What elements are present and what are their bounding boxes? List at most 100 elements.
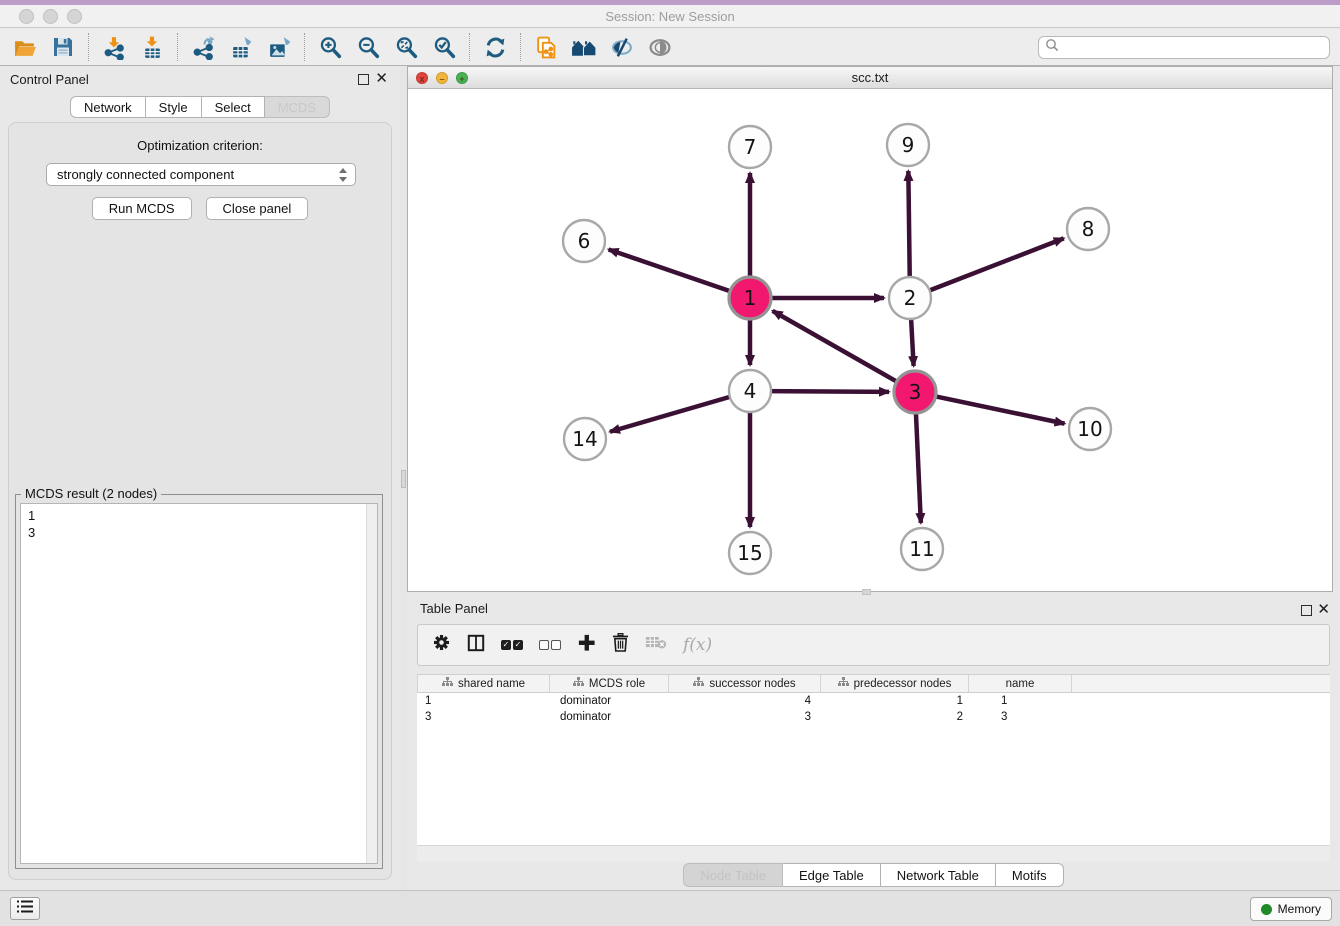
tab-node-table[interactable]: Node Table (683, 863, 783, 887)
table-cell[interactable]: 4 (669, 693, 821, 709)
toolbar-separator (520, 33, 521, 61)
create-column-button[interactable] (577, 633, 596, 657)
reset-view-button[interactable] (565, 31, 603, 63)
export-image-button[interactable] (260, 31, 298, 63)
zoom-selected-icon (432, 35, 457, 60)
edge-3-1[interactable] (773, 311, 901, 384)
edge-1-6[interactable] (609, 249, 734, 292)
node-1[interactable]: 1 (729, 277, 771, 319)
table-cell[interactable]: dominator (550, 693, 669, 709)
control-panel-tabs: NetworkStyleSelectMCDS (0, 96, 400, 118)
float-panel-icon[interactable] (358, 74, 369, 85)
table-header-row: shared name MCDS role successor nodesprede… (417, 674, 1330, 693)
search-input[interactable] (1059, 37, 1323, 58)
table-settings-button[interactable] (432, 633, 451, 657)
edge-2-8[interactable] (926, 238, 1064, 291)
tab-network-table[interactable]: Network Table (881, 863, 996, 887)
unselect-all-button[interactable] (539, 640, 561, 650)
table-row[interactable]: 1dominator411 (417, 693, 1330, 709)
tab-edge-table[interactable]: Edge Table (783, 863, 881, 887)
run-mcds-button[interactable]: Run MCDS (92, 197, 192, 220)
zoom-selected-button[interactable] (425, 31, 463, 63)
column-header-name[interactable]: name (969, 675, 1072, 692)
export-network-button[interactable] (184, 31, 222, 63)
node-8[interactable]: 8 (1067, 208, 1109, 250)
criterion-dropdown[interactable]: strongly connected component (46, 163, 356, 186)
column-type-icon (838, 677, 849, 690)
table-cell[interactable]: 3 (969, 709, 1072, 725)
column-header-label: MCDS role (589, 678, 645, 690)
vertical-splitter[interactable] (400, 66, 407, 890)
show-hide-graphics-button[interactable] (641, 31, 679, 63)
delete-table-button[interactable] (645, 635, 667, 655)
result-scrollbar[interactable] (366, 504, 377, 863)
apply-layout-button[interactable] (476, 31, 514, 63)
node-14[interactable]: 14 (564, 418, 606, 460)
column-header-successor-nodes[interactable]: successor nodes (669, 675, 821, 692)
memory-button[interactable]: Memory (1250, 897, 1332, 921)
function-builder-button[interactable]: f(x) (683, 635, 712, 655)
network-window-titlebar[interactable]: x – + scc.txt (408, 67, 1332, 89)
window-title: Session: New Session (0, 5, 1340, 28)
zoom-in-button[interactable] (311, 31, 349, 63)
select-all-button[interactable]: ✓✓ (501, 640, 523, 650)
open-session-button[interactable] (6, 31, 44, 63)
node-4[interactable]: 4 (729, 370, 771, 412)
node-7[interactable]: 7 (729, 126, 771, 168)
table-cell[interactable]: 2 (821, 709, 969, 725)
splitter-grip[interactable] (401, 470, 406, 488)
tab-network[interactable]: Network (70, 96, 146, 118)
tab-style[interactable]: Style (146, 96, 202, 118)
tab-motifs[interactable]: Motifs (996, 863, 1064, 887)
gear-icon (432, 633, 451, 657)
table-row[interactable]: 3dominator323 (417, 709, 1330, 725)
edge-3-10[interactable] (932, 396, 1065, 424)
column-type-icon (573, 677, 584, 690)
tab-mcds[interactable]: MCDS (265, 96, 330, 118)
network-graph[interactable]: 7 9 6 8 1 2 4 3 14 10 15 11 (408, 89, 1332, 591)
horizontal-splitter-grip[interactable] (862, 589, 871, 595)
table-cell[interactable]: 3 (669, 709, 821, 725)
delete-column-button[interactable] (612, 633, 629, 657)
mcds-result-title: MCDS result (2 nodes) (21, 486, 161, 501)
import-table-button[interactable] (133, 31, 171, 63)
clone-network-button[interactable] (527, 31, 565, 63)
vizmapper-button[interactable] (603, 31, 641, 63)
node-6[interactable]: 6 (563, 220, 605, 262)
node-15[interactable]: 15 (729, 532, 771, 574)
save-session-button[interactable] (44, 31, 82, 63)
node-3[interactable]: 3 (894, 371, 936, 413)
table-cell[interactable]: dominator (550, 709, 669, 725)
tab-select[interactable]: Select (202, 96, 265, 118)
mcds-result-textarea[interactable]: 1 3 (20, 503, 378, 864)
import-network-button[interactable] (95, 31, 133, 63)
edge-4-14[interactable] (610, 396, 734, 432)
column-header-MCDS-role[interactable]: MCDS role (550, 675, 669, 692)
export-table-button[interactable] (222, 31, 260, 63)
table-cell[interactable]: 3 (417, 709, 550, 725)
table-cell[interactable]: 1 (821, 693, 969, 709)
float-table-panel-icon[interactable] (1301, 605, 1312, 616)
node-2[interactable]: 2 (889, 277, 931, 319)
search-field[interactable] (1038, 36, 1330, 59)
table-cell[interactable]: 1 (969, 693, 1072, 709)
column-header-predecessor-nodes[interactable]: predecessor nodes (821, 675, 969, 692)
edge-4-3[interactable] (767, 391, 889, 392)
close-panel-icon[interactable]: ✕ (375, 70, 388, 88)
close-table-panel-icon[interactable]: ✕ (1317, 601, 1330, 619)
show-column-button[interactable] (467, 634, 485, 657)
edge-2-3[interactable] (911, 315, 914, 366)
column-header-shared-name[interactable]: shared name (417, 675, 550, 692)
node-10[interactable]: 10 (1069, 408, 1111, 450)
zoom-fit-button[interactable] (387, 31, 425, 63)
edge-2-9[interactable] (908, 171, 909, 281)
edge-3-11[interactable] (916, 409, 921, 523)
close-panel-button[interactable]: Close panel (206, 197, 309, 220)
node-9[interactable]: 9 (887, 124, 929, 166)
unchecked-box-icon (539, 640, 549, 650)
task-history-button[interactable] (10, 897, 40, 920)
node-11[interactable]: 11 (901, 528, 943, 570)
zoom-out-button[interactable] (349, 31, 387, 63)
table-cell[interactable]: 1 (417, 693, 550, 709)
network-canvas[interactable]: 7 9 6 8 1 2 4 3 14 10 15 11 (408, 89, 1332, 591)
